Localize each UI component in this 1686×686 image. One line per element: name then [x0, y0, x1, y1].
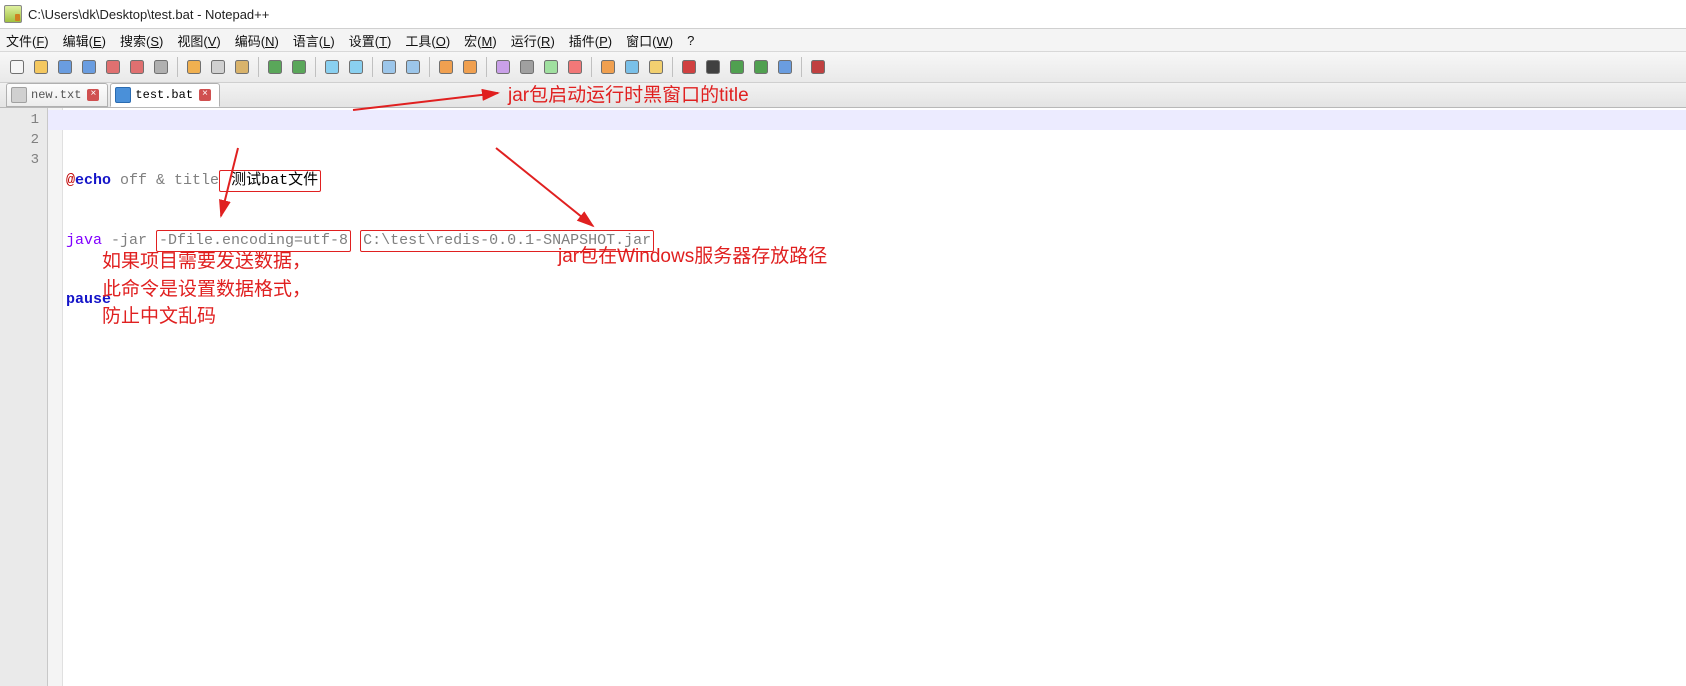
annotation-label-jarpath: jar包在Windows服务器存放路径: [558, 243, 827, 271]
annotation-label-title: jar包启动运行时黑窗口的title: [508, 82, 749, 110]
tab-close-icon[interactable]: ×: [87, 89, 99, 101]
sync-v-icon[interactable]: [435, 56, 457, 78]
indent-guide-icon[interactable]: [540, 56, 562, 78]
print-icon[interactable]: [150, 56, 172, 78]
menu-item-10[interactable]: 插件(P): [569, 31, 612, 50]
toolbar: [0, 52, 1686, 83]
open-icon[interactable]: [30, 56, 52, 78]
close-all-icon[interactable]: [126, 56, 148, 78]
paste-icon[interactable]: [231, 56, 253, 78]
close-icon[interactable]: [102, 56, 124, 78]
menu-item-7[interactable]: 工具(O): [405, 31, 450, 50]
toolbar-separator: [315, 57, 316, 77]
tab-test-bat[interactable]: test.bat ×: [110, 83, 220, 107]
new-file-icon[interactable]: [6, 56, 28, 78]
toolbar-separator: [591, 57, 592, 77]
folder-icon[interactable]: [645, 56, 667, 78]
save-all-icon[interactable]: [78, 56, 100, 78]
window-titlebar: C:\Users\dk\Desktop\test.bat - Notepad++: [0, 0, 1686, 29]
menu-item-12[interactable]: ?: [687, 33, 694, 48]
toolbar-separator: [177, 57, 178, 77]
code-line-1: @echo off & title 测试bat文件: [66, 170, 1686, 190]
cut-icon[interactable]: [183, 56, 205, 78]
annotation-label-encoding: 如果项目需要发送数据， 此命令是设置数据格式， 防止中文乱码: [102, 248, 311, 331]
menu-item-0[interactable]: 文件(F): [6, 31, 49, 50]
lang-icon[interactable]: [564, 56, 586, 78]
show-all-chars-icon[interactable]: [516, 56, 538, 78]
menu-item-11[interactable]: 窗口(W): [626, 31, 673, 50]
sync-h-icon[interactable]: [459, 56, 481, 78]
tab-new-txt[interactable]: new.txt ×: [6, 83, 108, 107]
app-icon: [4, 5, 22, 23]
menu-bar: 文件(F) 编辑(E) 搜索(S) 视图(V) 编码(N) 语言(L) 设置(T) 工具(O)…: [0, 29, 1686, 52]
text-java: java: [66, 232, 102, 249]
line-number-gutter: 123: [0, 108, 48, 686]
text-jar-flag: -jar: [102, 232, 156, 249]
toolbar-separator: [672, 57, 673, 77]
tab-bar: new.txt × test.bat ×: [0, 83, 1686, 108]
play-macro-icon[interactable]: [726, 56, 748, 78]
line-number: 3: [0, 150, 39, 170]
file-icon: [115, 87, 131, 103]
redo-icon[interactable]: [288, 56, 310, 78]
menu-item-9[interactable]: 运行(R): [511, 31, 555, 50]
undo-icon[interactable]: [264, 56, 286, 78]
menu-item-8[interactable]: 宏(M): [464, 31, 497, 50]
menu-item-2[interactable]: 搜索(S): [120, 31, 163, 50]
stop-macro-icon[interactable]: [702, 56, 724, 78]
menu-item-1[interactable]: 编辑(E): [63, 31, 106, 50]
save-icon[interactable]: [54, 56, 76, 78]
toolbar-separator: [486, 57, 487, 77]
text-off-title: off & title: [111, 172, 219, 189]
keyword-echo: echo: [75, 172, 111, 189]
code-area[interactable]: @echo off & title 测试bat文件 java -jar -Dfi…: [48, 108, 1686, 686]
arrow-title: [348, 88, 508, 118]
space: [351, 232, 360, 249]
tab-label: new.txt: [31, 88, 81, 102]
menu-item-3[interactable]: 视图(V): [177, 31, 220, 50]
editor: 123 @echo off & title 测试bat文件 java -jar …: [0, 108, 1686, 686]
spell-check-icon[interactable]: [807, 56, 829, 78]
save-macro-icon[interactable]: [774, 56, 796, 78]
menu-item-6[interactable]: 设置(T): [349, 31, 392, 50]
wrap-icon[interactable]: [492, 56, 514, 78]
file-icon: [11, 87, 27, 103]
find-icon[interactable]: [321, 56, 343, 78]
menu-item-5[interactable]: 语言(L): [293, 31, 335, 50]
tab-close-icon[interactable]: ×: [199, 89, 211, 101]
code-line-2: java -jar -Dfile.encoding=utf-8 C:\test\…: [66, 230, 1686, 250]
play-multi-icon[interactable]: [750, 56, 772, 78]
func-list-icon[interactable]: [621, 56, 643, 78]
line-number: 1: [0, 110, 39, 130]
replace-icon[interactable]: [345, 56, 367, 78]
toolbar-separator: [372, 57, 373, 77]
toolbar-separator: [258, 57, 259, 77]
zoom-out-icon[interactable]: [402, 56, 424, 78]
copy-icon[interactable]: [207, 56, 229, 78]
toolbar-separator: [429, 57, 430, 77]
record-macro-icon[interactable]: [678, 56, 700, 78]
arrow-jarpath: [488, 144, 608, 234]
tab-label: test.bat: [135, 88, 193, 102]
toolbar-separator: [801, 57, 802, 77]
zoom-in-icon[interactable]: [378, 56, 400, 78]
menu-item-4[interactable]: 编码(N): [235, 31, 279, 50]
window-title: C:\Users\dk\Desktop\test.bat - Notepad++: [28, 7, 269, 22]
current-line-highlight: [48, 110, 1686, 130]
at-symbol: @: [66, 172, 75, 189]
line-number: 2: [0, 130, 39, 150]
doc-map-icon[interactable]: [597, 56, 619, 78]
arrow-encoding: [213, 144, 253, 224]
